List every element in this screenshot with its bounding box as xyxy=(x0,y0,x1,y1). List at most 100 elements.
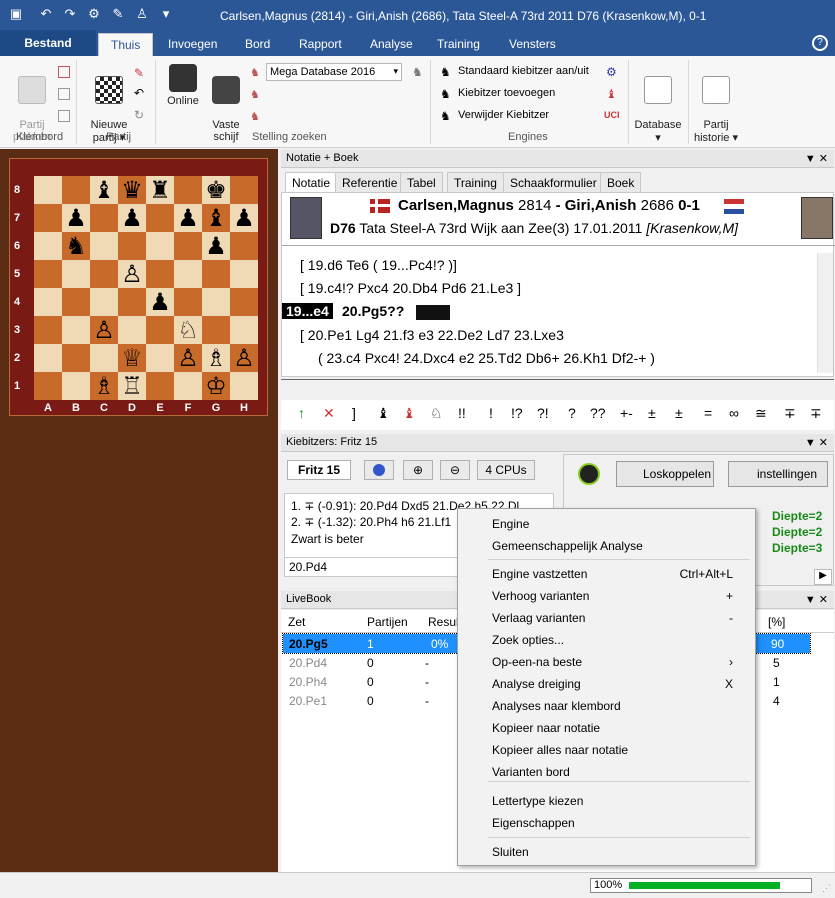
col-pct[interactable]: [%] xyxy=(768,615,785,629)
board-square[interactable] xyxy=(90,204,118,232)
uci-icon[interactable]: UCI xyxy=(604,110,620,120)
stop-button[interactable] xyxy=(364,460,394,480)
chess-board[interactable]: ♝ ♛ ♜ ♚ ♟ ♟ ♟ ♝ ♟ ♞ ♟ ♙ ♟ ♙ ♘ ♕ ♙ ♗ ♙ ♗ ♖ ♔ xyxy=(34,176,258,400)
context-menu-item[interactable]: Op-een-na beste xyxy=(492,655,582,669)
board-square[interactable] xyxy=(34,288,62,316)
chess-piece-square[interactable]: ♙ xyxy=(118,260,146,288)
kib-toggle-button[interactable]: Standaard kiebitzer aan/uit xyxy=(458,65,589,77)
board-square[interactable] xyxy=(146,204,174,232)
chess-piece-square[interactable]: ♗ xyxy=(202,344,230,372)
context-menu-item[interactable]: Verlaag varianten xyxy=(492,611,585,625)
undo-icon[interactable]: ↶ xyxy=(38,6,54,22)
tab-invoegen[interactable]: Invoegen xyxy=(168,37,217,51)
annotation-symbol-button[interactable]: ! xyxy=(489,405,493,421)
chess-piece-square[interactable]: ♘ xyxy=(174,316,202,344)
annotation-symbol-button[interactable]: ± xyxy=(675,405,683,421)
annotation-symbol-button[interactable]: ± xyxy=(648,405,656,421)
board-square[interactable] xyxy=(90,260,118,288)
chess-piece-square[interactable]: ♟ xyxy=(146,288,174,316)
panel-controls[interactable]: ▼ ✕ xyxy=(805,152,828,165)
board-square[interactable] xyxy=(202,260,230,288)
database-button[interactable]: Database ▾ xyxy=(632,64,684,144)
chess-piece-square[interactable]: ♙ xyxy=(174,344,202,372)
annotation-symbol-button[interactable]: ] xyxy=(352,405,356,421)
tab-vensters[interactable]: Vensters xyxy=(509,37,556,51)
col-resul[interactable]: Resul xyxy=(428,615,459,629)
context-menu-item[interactable]: Engine xyxy=(492,517,529,531)
annotation-symbol-button[interactable]: = xyxy=(704,405,712,421)
zoom-out-button[interactable]: ⊖ xyxy=(440,460,470,480)
board-square[interactable] xyxy=(118,288,146,316)
chess-piece-square[interactable]: ♔ xyxy=(202,372,230,400)
tools-icon[interactable]: ✎ xyxy=(110,6,126,22)
engine-add-icon[interactable]: ♝ xyxy=(606,87,617,101)
context-menu-item[interactable]: Lettertype kiezen xyxy=(492,794,583,808)
board-square[interactable] xyxy=(62,372,90,400)
chess-piece-square[interactable]: ♜ xyxy=(146,176,174,204)
chess-piece-square[interactable]: ♕ xyxy=(118,344,146,372)
board-square[interactable] xyxy=(146,372,174,400)
board-square[interactable] xyxy=(62,288,90,316)
tab-referentie[interactable]: Referentie xyxy=(335,172,405,192)
context-menu-item[interactable]: Kopieer naar notatie xyxy=(492,721,600,735)
rotate-icon[interactable]: ↶ xyxy=(134,86,144,100)
annotation-symbol-button[interactable]: ?? xyxy=(590,405,606,421)
board-square[interactable] xyxy=(174,260,202,288)
cpus-button[interactable]: 4 CPUs xyxy=(477,460,535,480)
engine-line-2[interactable]: 2. ∓ (-1.32): 20.Ph4 h6 21.Lf1 xyxy=(291,515,451,529)
annotation-symbol-button[interactable]: !? xyxy=(511,405,523,421)
board-square[interactable] xyxy=(34,344,62,372)
search-icon-2[interactable]: ♞ xyxy=(250,88,260,101)
board-square[interactable] xyxy=(174,176,202,204)
board-square[interactable] xyxy=(202,288,230,316)
annotation-symbol-button[interactable]: ✕ xyxy=(323,405,335,422)
chess-piece-square[interactable]: ♛ xyxy=(118,176,146,204)
board-square[interactable] xyxy=(146,260,174,288)
annotation-symbol-button[interactable]: ♝ xyxy=(403,405,416,422)
context-menu-item[interactable]: Verhoog varianten xyxy=(492,589,589,603)
board-square[interactable] xyxy=(146,232,174,260)
annotation-symbol-button[interactable]: ∞ xyxy=(729,405,739,421)
annotation-symbol-button[interactable]: ≅ xyxy=(755,405,767,422)
engine-settings-icon[interactable]: ⚙ xyxy=(606,65,617,79)
tab-training[interactable]: Training xyxy=(437,37,480,51)
board-square[interactable] xyxy=(34,176,62,204)
context-menu-item[interactable]: Zoek opties... xyxy=(492,633,564,647)
tab-training-sub[interactable]: Training xyxy=(447,172,504,192)
variation-line-4[interactable]: [ 20.Pe1 Lg4 21.f3 e3 22.De2 Ld7 23.Lxe3 xyxy=(300,327,564,343)
annotation-symbol-button[interactable]: ♝ xyxy=(377,405,390,422)
annotation-symbol-button[interactable]: !! xyxy=(458,405,466,421)
engine-small-icon[interactable]: ♞ xyxy=(412,65,423,79)
chess-piece-square[interactable]: ♝ xyxy=(90,176,118,204)
chess-piece-square[interactable]: ♟ xyxy=(118,204,146,232)
current-move[interactable]: 19...e4 xyxy=(282,303,333,319)
board-square[interactable] xyxy=(62,176,90,204)
chess-piece-square[interactable]: ♟ xyxy=(62,204,90,232)
variation-line-5[interactable]: ( 23.c4 Pxc4! 24.Dxc4 e2 25.Td2 Db6+ 26.… xyxy=(318,350,655,366)
engine-input[interactable]: 20.Pd4 xyxy=(284,557,459,577)
board-square[interactable] xyxy=(90,288,118,316)
annotation-symbol-button[interactable]: ∓ xyxy=(810,405,822,422)
context-menu-item[interactable]: Analyse dreiging xyxy=(492,677,581,691)
chess-piece-square[interactable]: ♖ xyxy=(118,372,146,400)
partij-historie-button[interactable]: Partij historie ▾ xyxy=(690,64,742,144)
chess-piece-square[interactable]: ♟ xyxy=(202,232,230,260)
livebook-panel-controls[interactable]: ▼ ✕ xyxy=(805,593,828,606)
chess-piece-square[interactable]: ♙ xyxy=(90,316,118,344)
menu-bestand[interactable]: Bestand xyxy=(0,30,96,56)
tab-thuis[interactable]: Thuis xyxy=(98,33,154,56)
dropdown-icon[interactable]: ▾ xyxy=(158,6,174,22)
next-move[interactable]: 20.Pg5?? xyxy=(342,303,404,319)
tab-rapport[interactable]: Rapport xyxy=(299,37,342,51)
board-square[interactable] xyxy=(62,344,90,372)
tab-bord[interactable]: Bord xyxy=(245,37,270,51)
annotation-symbol-button[interactable]: ♘ xyxy=(430,405,443,422)
chess-piece-square[interactable]: ♚ xyxy=(202,176,230,204)
help-icon[interactable]: ? xyxy=(812,35,828,51)
board-square[interactable] xyxy=(146,344,174,372)
context-menu-item[interactable]: Kopieer alles naar notatie xyxy=(492,743,628,757)
board-square[interactable] xyxy=(118,316,146,344)
chess-piece-square[interactable]: ♗ xyxy=(90,372,118,400)
engine-toggle-icon[interactable] xyxy=(578,463,600,485)
resize-grip-icon[interactable]: ⋰ xyxy=(822,883,831,894)
